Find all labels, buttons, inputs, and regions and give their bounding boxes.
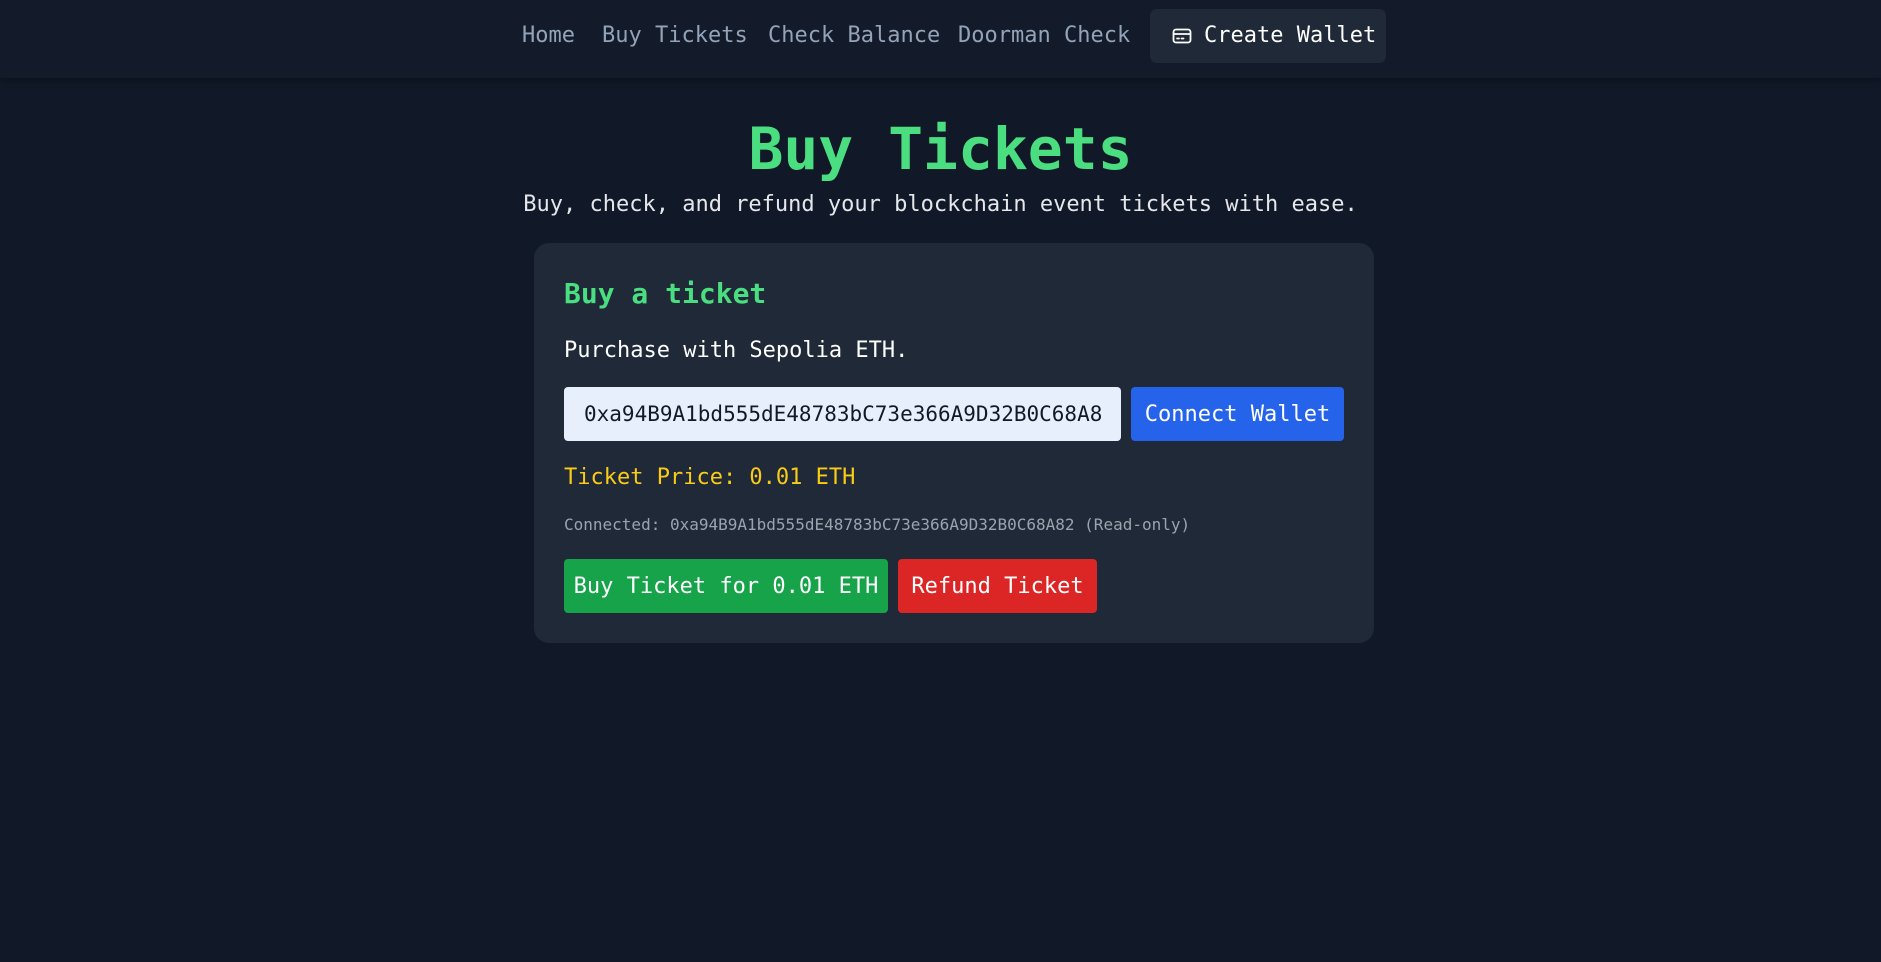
connect-wallet-button[interactable]: Connect Wallet — [1131, 387, 1344, 441]
page-subtitle: Buy, check, and refund your blockchain e… — [523, 192, 1358, 217]
wallet-card-icon — [1172, 26, 1192, 46]
nav-link-doorman-check[interactable]: Doorman Check — [958, 22, 1130, 50]
page-title: Buy Tickets — [748, 115, 1133, 183]
refund-ticket-button[interactable]: Refund Ticket — [898, 559, 1097, 613]
create-wallet-button[interactable]: Create Wallet — [1150, 9, 1386, 63]
wallet-address-input[interactable] — [564, 387, 1121, 441]
card-title: Buy a ticket — [564, 277, 767, 310]
ticket-price: Ticket Price: 0.01 ETH — [564, 465, 856, 490]
buy-ticket-button[interactable]: Buy Ticket for 0.01 ETH — [564, 559, 888, 613]
connected-status: Connected: 0xa94B9A1bd555dE48783bC73e366… — [564, 515, 1191, 534]
buy-ticket-card: Buy a ticket Purchase with Sepolia ETH. … — [534, 243, 1374, 643]
card-description: Purchase with Sepolia ETH. — [564, 338, 909, 363]
nav-link-home[interactable]: Home — [522, 22, 575, 50]
create-wallet-label: Create Wallet — [1204, 23, 1377, 48]
top-navbar: Home Buy Tickets Check Balance Doorman C… — [0, 0, 1881, 78]
nav-link-buy-tickets[interactable]: Buy Tickets — [602, 22, 748, 50]
nav-link-check-balance[interactable]: Check Balance — [768, 22, 940, 50]
